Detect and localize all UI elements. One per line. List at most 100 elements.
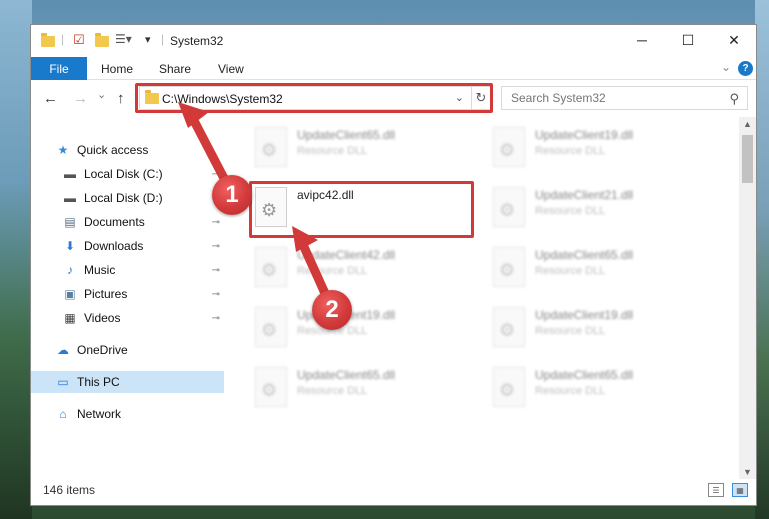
item-count: 146 items [43,483,96,497]
help-icon[interactable]: ? [738,61,753,76]
sidebar-item-videos[interactable]: ▦ Videos ⊸ [31,307,224,329]
file-type: Resource DLL [535,205,606,217]
music-icon: ♪ [67,263,73,277]
maximize-button[interactable]: ☐ [665,25,711,55]
sidebar-item-network[interactable]: ⌂ Network [31,403,224,425]
vertical-scrollbar[interactable]: ▲ ▼ [739,117,756,479]
scroll-down-icon[interactable]: ▼ [743,467,752,477]
status-bar: 146 items ☰ ▦ [31,477,756,505]
file-item[interactable]: ⚙ UpdateClient65.dll Resource DLL [487,361,717,415]
gear-icon: ⚙ [499,380,516,400]
file-item[interactable]: ⚙ UpdateClient65.dll Resource DLL [249,361,479,415]
cloud-icon: ☁ [57,343,69,357]
sidebar-item-documents[interactable]: ▤ Documents ⊸ [31,211,224,233]
dll-file-icon: ⚙ [255,367,287,407]
navigation-bar: ← → ⌄ ↑ C:\Windows\System32 ⌄ ↻ ⚲ [31,81,756,117]
tiles-view-icon[interactable]: ▦ [732,483,748,497]
step-1-badge: 1 [212,175,252,215]
sidebar-item-this-pc[interactable]: ▭ This PC [31,371,224,393]
dll-file-icon: ⚙ [255,247,287,287]
search-icon[interactable]: ⚲ [729,91,739,107]
file-item[interactable]: ⚙ UpdateClient19.dll Resource DLL [487,301,717,355]
file-name: UpdateClient42.dll [297,248,396,262]
details-view-icon[interactable]: ☰ [708,483,724,497]
file-type: Resource DLL [297,265,368,277]
gear-icon: ⚙ [499,320,516,340]
desktop-background-right [755,0,769,519]
pin-icon[interactable]: ⊸ [212,169,220,180]
back-button[interactable]: ← [43,90,58,107]
sidebar-item-label: Music [84,263,116,277]
sidebar-item-label: This PC [77,375,120,389]
tab-share[interactable]: Share [159,62,191,76]
gear-icon: ⚙ [261,380,278,400]
sidebar-item-onedrive[interactable]: ☁ OneDrive [31,339,224,361]
minimize-button[interactable]: ─ [619,25,665,55]
sidebar-item-local-disk-d[interactable]: ▬Local Disk (D:)⊸ [31,187,224,209]
file-item[interactable]: ⚙ UpdateClient65.dll Resource DLL [487,241,717,295]
sidebar-item-downloads[interactable]: ⬇ Downloads ⊸ [31,235,224,257]
file-name: UpdateClient65.dll [535,248,634,262]
file-item[interactable]: ⚙ UpdateClient65.dll Resource DLL [249,121,479,175]
gear-icon: ⚙ [261,140,278,160]
tab-home[interactable]: Home [101,62,133,76]
video-icon: ▦ [64,311,76,325]
sidebar-item-label: Local Disk (C:) [84,167,163,181]
file-name: UpdateClient65.dll [535,368,634,382]
scroll-up-icon[interactable]: ▲ [743,119,752,129]
scroll-thumb[interactable] [742,135,753,183]
dll-file-icon: ⚙ [255,127,287,167]
download-icon: ⬇ [64,239,76,253]
window-title: System32 [170,34,224,48]
pin-icon[interactable]: ⊸ [212,289,220,300]
gear-icon: ⚙ [261,260,278,280]
pin-icon[interactable]: ⊸ [212,217,220,228]
close-button[interactable]: ✕ [711,25,757,55]
file-type: Resource DLL [535,325,606,337]
sidebar-item-quick-access[interactable]: ★ Quick access [31,139,224,161]
sidebar-item-music[interactable]: ♪ Music ⊸ [31,259,224,281]
file-name: UpdateClient65.dll [297,128,396,142]
pin-icon[interactable]: ⊸ [212,241,220,252]
sidebar-item-pictures[interactable]: ▣ Pictures ⊸ [31,283,224,305]
sidebar-item-label: OneDrive [77,343,128,357]
sidebar-item-label: Videos [84,311,121,325]
file-type: Resource DLL [297,385,368,397]
drive-icon: ▬ [64,191,76,205]
recent-locations-button[interactable]: ⌄ [97,88,106,101]
sidebar-item-label: Network [77,407,122,421]
sidebar-item-label: Quick access [77,143,149,157]
tab-file[interactable]: File [31,57,87,80]
file-type: Resource DLL [297,145,368,157]
navigation-pane: ★ Quick access ▬ Local Disk (C:) ⊸ ▬ Local Dis… [31,117,224,479]
sidebar-item-local-disk-c[interactable]: ▬ Local Disk (C:) ⊸ [31,163,224,185]
search-input[interactable] [502,87,747,109]
expand-ribbon-icon[interactable]: ⌄ [721,60,731,74]
forward-button[interactable]: → [73,90,88,107]
search-box[interactable]: ⚲ [501,86,748,110]
step-2-badge: 2 [312,290,352,330]
file-item[interactable]: ⚙ UpdateClient42.dll Resource DLL [249,241,479,295]
gear-icon: ⚙ [261,320,278,340]
file-item[interactable]: ⚙UpdateClient19.dllResource DLL [487,121,717,175]
properties-icon[interactable]: ☑ [73,32,85,48]
dll-file-icon: ⚙ [255,307,287,347]
pin-icon[interactable]: ⊸ [212,265,220,276]
new-folder-icon[interactable] [95,33,109,49]
file-item[interactable]: ⚙ UpdateClient21.dll Resource DLL [487,181,717,235]
pictures-icon: ▣ [64,287,76,301]
file-item[interactable]: ⚙UpdateClient19.dllResource DLL [249,301,479,355]
dll-file-icon: ⚙ [493,247,525,287]
file-name: UpdateClient19.dll [535,308,634,322]
quick-access-dropdown-icon[interactable]: ▾ [145,33,151,49]
pin-icon[interactable]: ⊸ [212,313,220,324]
file-name: UpdateClient65.dll [297,368,396,382]
customize-quick-access-icon[interactable]: ☰▾ [115,32,132,48]
sidebar-item-label: Downloads [84,239,144,253]
tab-view[interactable]: View [218,62,244,76]
sidebar-item-label: Pictures [84,287,128,301]
file-type: Resource DLL [535,385,606,397]
drive-icon: ▬ [64,167,76,181]
up-button[interactable]: ↑ [117,90,125,107]
document-icon: ▤ [64,215,76,229]
